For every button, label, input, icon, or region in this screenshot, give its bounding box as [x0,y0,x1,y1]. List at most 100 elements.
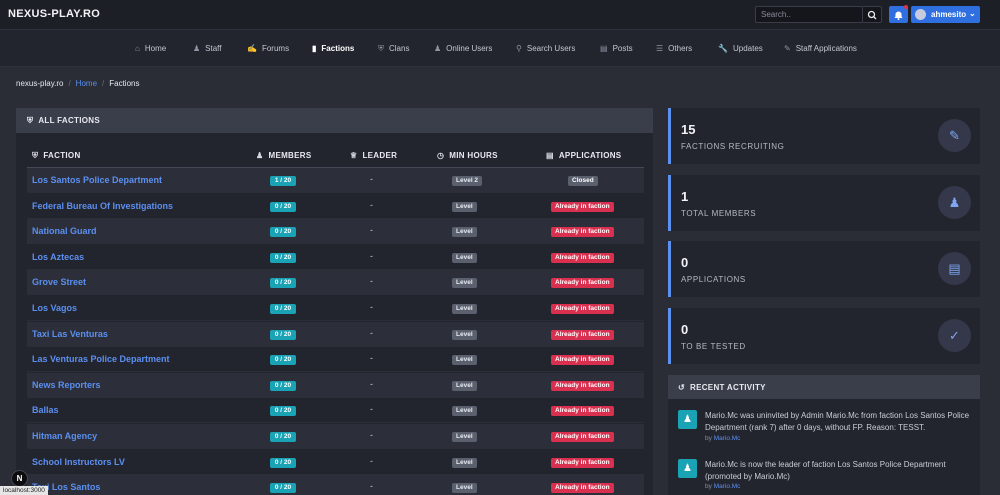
min-hours-badge: Level [452,380,477,391]
faction-name-link[interactable]: Taxi Las Venturas [32,329,108,339]
user-icon: ♟ [678,410,697,429]
user-icon: ♟ [678,459,697,478]
breadcrumb: nexus-play.ro / Home / Factions [16,79,140,88]
staff-icon: ♟ [193,44,201,53]
factions-panel-header: ⛨ ALL FACTIONS [16,108,653,133]
nextjs-dev-badge[interactable]: N [11,470,28,487]
notification-dot [904,5,908,9]
faction-name-link[interactable]: National Guard [32,226,97,236]
faction-name-link[interactable]: Grove Street [32,277,86,287]
table-row: Taxi Los Santos 0 / 20- Level Already in fa… [27,475,644,495]
faction-name-link[interactable]: Federal Bureau Of Investigations [32,201,173,211]
faction-name-link[interactable]: Los Santos Police Department [32,175,162,185]
stat-label: APPLICATIONS [681,275,746,284]
activity-text: Mario.Mc is now the leader of faction Lo… [705,460,946,481]
user-menu-button[interactable]: ahmesito ⌄ [911,6,980,23]
table-row: Taxi Las Venturas 0 / 20 - Level Already in … [27,321,644,347]
activity-author-link[interactable]: Mario.Mc [714,435,741,442]
members-badge: 0 / 20 [270,201,296,212]
stat-card-to-be-tested: 0 TO BE TESTED ✓ [668,308,980,364]
history-icon: ↺ [678,383,686,392]
application-status-badge: Already in faction [551,457,614,468]
search-input[interactable] [755,6,863,23]
application-status-badge: Already in faction [551,329,614,340]
table-row: Hitman Agency 0 / 20 - Level Already in fact… [27,424,644,449]
column-header-leader: ♕ LEADER [350,151,398,160]
members-badge: 0 / 20 [270,406,296,417]
members-badge: 0 / 20 [270,380,296,391]
nav-item-online-users[interactable]: ♟ Online Users [434,44,492,53]
application-status-badge: Already in faction [551,406,614,417]
stat-value: 1 [681,189,689,204]
leader-value: - [370,276,373,287]
min-hours-badge: Level [452,457,477,468]
nav-item-staff-applications[interactable]: ✎ Staff Applications [784,44,857,53]
forums-icon: ✍ [247,44,257,53]
members-badge: 0 / 20 [270,457,296,468]
users-icon: ♟ [256,151,264,160]
user-edit-icon: ✎ [938,119,971,152]
stat-card-total-members: 1 TOTAL MEMBERS ♟ [668,175,980,231]
nav-item-others[interactable]: ☰ Others [656,44,692,53]
members-badge: 0 / 20 [270,329,296,340]
stat-value: 0 [681,322,689,337]
chevron-down-icon: ⌄ [969,9,976,18]
leader-value: - [370,455,373,466]
members-badge: 0 / 20 [270,304,296,314]
members-badge: 0 / 20 [270,278,296,289]
members-badge: 0 / 20 [270,227,296,238]
faction-name-link[interactable]: School Instructors LV [32,457,125,467]
leader-value: - [370,404,373,415]
column-header-faction: ⛨ FACTION [32,151,81,160]
nav-item-factions[interactable]: ▮ Factions [312,44,354,53]
leader-value: - [370,302,373,312]
nav-item-updates[interactable]: 🔧 Updates [718,44,763,53]
search-button[interactable] [863,6,882,23]
clipboard-icon: ✎ [784,44,791,53]
table-row: School Instructors LV 0 / 20 - Level Already… [27,449,644,475]
wrench-icon: 🔧 [718,44,728,53]
application-status-badge: Already in faction [551,227,614,238]
nav-item-search-users[interactable]: ⚲ Search Users [516,44,575,53]
recent-activity-panel: ↺ RECENT ACTIVITY ♟ Mario.Mc was uninvite… [668,375,980,495]
nav-item-staff[interactable]: ♟ Staff [193,44,221,53]
leader-value: - [370,250,373,261]
faction-name-link[interactable]: News Reporters [32,380,101,390]
faction-name-link[interactable]: Las Venturas Police Department [32,354,170,364]
table-row: Grove Street 0 / 20 - Level Already in facti… [27,270,644,296]
faction-name-link[interactable]: Los Aztecas [32,252,84,262]
table-row: Los Aztecas 0 / 20 - Level Already in factio… [27,244,644,270]
search-icon: ⚲ [516,44,522,53]
faction-name-link[interactable]: Los Vagos [32,303,77,313]
min-hours-badge: Level [452,304,477,314]
min-hours-badge: Level [452,406,477,417]
faction-name-link[interactable]: Hitman Agency [32,431,97,441]
min-hours-badge: Level [452,483,477,494]
nav-item-forums[interactable]: ✍ Forums [247,44,289,53]
factions-icon: ▮ [312,44,317,53]
posts-icon: ▤ [600,44,608,53]
nav-item-home[interactable]: ⌂ Home [135,44,166,53]
min-hours-badge: Level 2 [452,176,483,186]
application-status-badge: Already in faction [551,483,614,494]
members-badge: 0 / 20 [270,483,296,494]
application-status-badge: Already in faction [551,252,614,263]
leader-value: - [370,430,373,440]
faction-name-link[interactable]: Ballas [32,405,59,415]
members-badge: 0 / 20 [270,432,296,442]
nav-item-posts[interactable]: ▤ Posts [600,44,633,53]
stat-card-factions-recruiting: 15 FACTIONS RECRUITING ✎ [668,108,980,164]
breadcrumb-home-link[interactable]: Home [76,79,97,88]
leader-value: - [370,353,373,364]
column-header-min-hours: ◷ MIN HOURS [437,151,498,160]
activity-author-link[interactable]: Mario.Mc [714,483,741,490]
members-badge: 0 / 20 [270,355,296,366]
brand-logo[interactable]: NEXUS-PLAY.RO [8,8,100,20]
nav-item-clans[interactable]: ⛨ Clans [378,44,409,54]
status-bar-url: localhost:3000 [0,486,48,495]
leader-value: - [370,327,373,338]
stat-label: FACTIONS RECRUITING [681,142,785,151]
table-row: Ballas 0 / 20 - Level Already in faction [27,398,644,424]
clipboard-check-icon: ✓ [938,319,971,352]
file-icon: ▤ [546,151,554,160]
